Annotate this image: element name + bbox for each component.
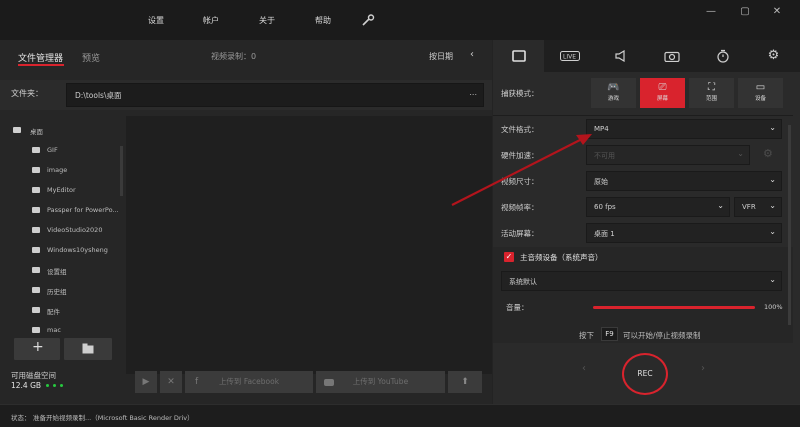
- app-window: 设置 帐户 关于 帮助 — ▢ ✕ 文件管理器 预览 视频录制：0 按日期 ‹ …: [0, 0, 800, 427]
- annotation-arrow: [451, 134, 592, 206]
